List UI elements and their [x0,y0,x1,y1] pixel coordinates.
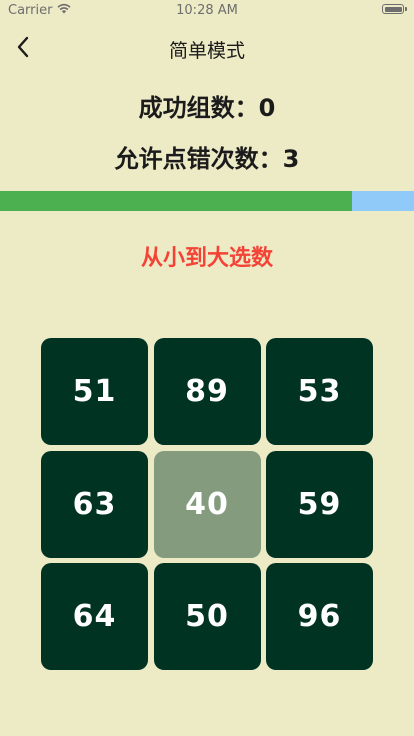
status-time: 10:28 AM [176,3,238,18]
number-tile[interactable]: 51 [41,338,148,445]
success-count: 成功组数：0 [138,94,276,122]
progress-bar [0,191,414,211]
number-tile[interactable]: 63 [41,450,148,558]
allowed-errors-count: 允许点错次数：3 [114,145,300,173]
number-tile[interactable]: 50 [153,563,261,670]
status-bar: Carrier 10:28 AM [0,0,414,22]
status-right [382,4,407,14]
number-tile[interactable]: 96 [266,563,373,670]
number-tile[interactable]: 53 [266,338,373,445]
nav-bar: 简单模式 [0,22,414,74]
number-tile[interactable]: 40 [153,450,261,558]
number-tile[interactable]: 89 [153,338,261,445]
number-tile[interactable]: 64 [41,563,148,670]
number-tile[interactable]: 59 [266,450,373,558]
page-title: 简单模式 [168,40,245,62]
instruction-text: 从小到大选数 [140,246,273,271]
battery-icon [382,4,407,14]
progress-fill [0,191,352,211]
number-grid: 51 89 53 63 40 59 64 50 96 [41,338,373,670]
